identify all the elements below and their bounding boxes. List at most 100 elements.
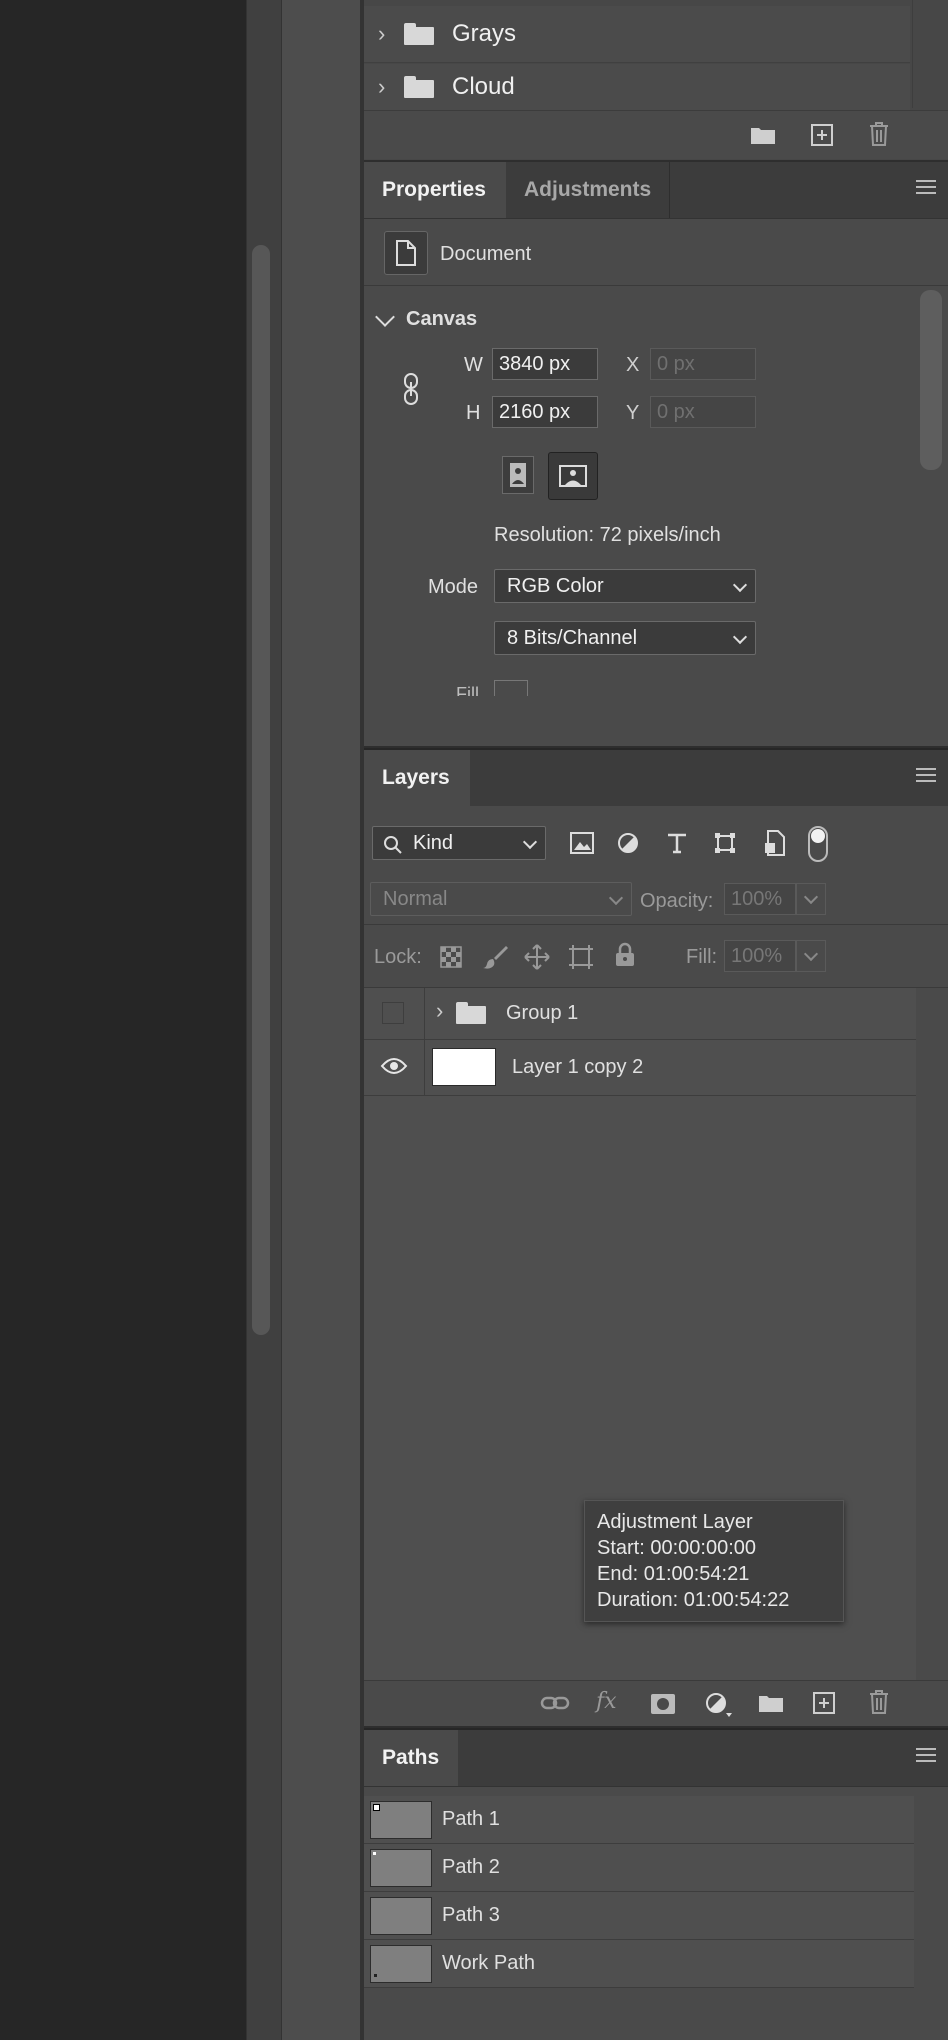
tab-adjustments[interactable]: Adjustments bbox=[506, 162, 670, 218]
swatch-group-grays[interactable]: › Grays bbox=[364, 6, 910, 63]
paths-scroll-track[interactable] bbox=[914, 1796, 948, 1988]
lock-label: Lock: bbox=[374, 946, 422, 968]
filter-toggle-switch[interactable] bbox=[808, 826, 828, 862]
bit-depth-select[interactable]: 8 Bits/Channel bbox=[494, 621, 756, 655]
resolution-text: Resolution: 72 pixels/inch bbox=[494, 524, 721, 546]
left-workspace bbox=[0, 0, 246, 2040]
tab-properties[interactable]: Properties bbox=[364, 162, 506, 218]
layer-name: Layer 1 copy 2 bbox=[512, 1056, 644, 1078]
tooltip-duration: Duration: 01:00:54:22 bbox=[597, 1589, 790, 1611]
x-field[interactable]: 0 px bbox=[650, 348, 756, 380]
path-row-path-1[interactable]: Path 1 bbox=[364, 1796, 914, 1844]
filter-type-layer-icon[interactable] bbox=[666, 832, 688, 859]
layer-fill-label: Fill: bbox=[686, 946, 718, 968]
new-group-folder-icon[interactable] bbox=[758, 1693, 784, 1718]
landscape-orientation-icon[interactable] bbox=[548, 452, 598, 500]
fill-row-clipped: Fill bbox=[364, 680, 948, 696]
new-layer-icon[interactable] bbox=[812, 1691, 836, 1720]
opacity-field[interactable]: 100% bbox=[724, 883, 796, 915]
trash-icon[interactable] bbox=[868, 1689, 890, 1720]
row-divider bbox=[424, 1040, 425, 1096]
swatch-group-cloud[interactable]: › Cloud bbox=[364, 64, 910, 111]
filter-shape-layer-icon[interactable] bbox=[714, 832, 736, 859]
new-group-folder-icon[interactable] bbox=[750, 125, 775, 144]
toggle-knob bbox=[811, 829, 825, 843]
panel-dock-gutter bbox=[282, 0, 362, 2040]
y-label: Y bbox=[626, 402, 640, 424]
width-field[interactable]: 3840 px bbox=[492, 348, 598, 380]
properties-scrollbar-thumb[interactable] bbox=[920, 290, 942, 470]
filter-adjustment-layer-icon[interactable] bbox=[617, 832, 639, 859]
panel-menu-icon[interactable] bbox=[916, 768, 936, 782]
path-marker bbox=[373, 1852, 376, 1855]
path-name: Path 3 bbox=[442, 1904, 500, 1926]
path-thumbnail bbox=[370, 1801, 432, 1839]
opacity-dropdown-button[interactable] bbox=[796, 883, 826, 915]
chevron-down-icon bbox=[732, 629, 748, 645]
fx-layer-style-icon[interactable]: fx bbox=[596, 1689, 617, 1714]
portrait-orientation-icon[interactable] bbox=[502, 456, 534, 494]
lock-image-pixels-brush-icon[interactable] bbox=[482, 944, 508, 975]
color-mode-select[interactable]: RGB Color bbox=[494, 569, 756, 603]
layer-mask-icon[interactable] bbox=[650, 1693, 676, 1720]
fill-swatch[interactable] bbox=[494, 680, 528, 696]
path-row-path-2[interactable]: Path 2 bbox=[364, 1844, 914, 1892]
layer-filter-select[interactable]: Kind bbox=[372, 826, 546, 860]
properties-bottom-spacer bbox=[364, 696, 948, 748]
layers-footer: fx bbox=[364, 1680, 948, 1728]
blend-mode-value: Normal bbox=[383, 888, 448, 910]
path-row-work-path[interactable]: Work Path bbox=[364, 1940, 914, 1988]
panel-menu-icon[interactable] bbox=[916, 180, 936, 194]
color-mode-value: RGB Color bbox=[507, 575, 604, 597]
panel-menu-icon[interactable] bbox=[916, 1748, 936, 1762]
filter-pixel-layer-icon[interactable] bbox=[570, 832, 594, 859]
layers-tab-bar: Layers bbox=[364, 750, 948, 807]
link-chain-icon[interactable] bbox=[400, 372, 422, 411]
tooltip-end: End: 01:00:54:21 bbox=[597, 1563, 750, 1585]
chevron-right-icon[interactable]: › bbox=[436, 998, 443, 1024]
adjustment-layer-tooltip: Adjustment Layer Start: 00:00:00:00 End:… bbox=[584, 1500, 844, 1622]
bit-depth-value: 8 Bits/Channel bbox=[507, 627, 638, 649]
tab-layers[interactable]: Layers bbox=[364, 750, 470, 806]
chevron-right-icon[interactable]: › bbox=[378, 74, 398, 100]
mode-label: Mode bbox=[428, 576, 479, 598]
lock-transparent-pixels-icon[interactable] bbox=[440, 946, 462, 973]
y-field[interactable]: 0 px bbox=[650, 396, 756, 428]
layer-fill-field[interactable]: 100% bbox=[724, 940, 796, 972]
path-name: Path 1 bbox=[442, 1808, 500, 1830]
chevron-down-icon bbox=[522, 834, 538, 850]
lock-position-move-icon[interactable] bbox=[524, 944, 550, 975]
layer-filter-value: Kind bbox=[413, 832, 454, 854]
lock-all-padlock-icon[interactable] bbox=[614, 942, 636, 973]
swatches-scroll-track[interactable] bbox=[912, 0, 948, 108]
lock-artboard-icon[interactable] bbox=[568, 944, 594, 975]
fill-label: Fill bbox=[456, 684, 479, 696]
layer-thumbnail bbox=[432, 1048, 496, 1086]
canvas-section-title: Canvas bbox=[406, 308, 478, 330]
layer-row-layer-1-copy-2[interactable]: Layer 1 copy 2 bbox=[364, 1040, 916, 1096]
layer-row-group-1[interactable]: › Group 1 bbox=[364, 988, 916, 1040]
new-adjustment-layer-icon[interactable] bbox=[704, 1691, 734, 1724]
blend-mode-select[interactable]: Normal bbox=[370, 882, 632, 916]
tab-paths[interactable]: Paths bbox=[364, 1730, 458, 1786]
visibility-toggle-empty[interactable] bbox=[382, 1002, 404, 1024]
height-field[interactable]: 2160 px bbox=[492, 396, 598, 428]
new-swatch-icon[interactable] bbox=[810, 123, 834, 152]
path-row-path-3[interactable]: Path 3 bbox=[364, 1892, 914, 1940]
height-label: H bbox=[466, 402, 481, 424]
left-scrollbar-thumb[interactable] bbox=[252, 245, 270, 1335]
chevron-down-icon bbox=[732, 577, 748, 593]
trash-icon[interactable] bbox=[868, 121, 890, 152]
layers-scroll-track[interactable] bbox=[916, 988, 948, 1680]
link-layers-icon[interactable] bbox=[540, 1693, 570, 1718]
layer-name: Group 1 bbox=[506, 1002, 579, 1024]
chevron-right-icon[interactable]: › bbox=[378, 21, 398, 47]
paths-tab-bar: Paths bbox=[364, 1730, 948, 1787]
chevron-down-icon bbox=[803, 946, 819, 962]
swatch-group-label: Grays bbox=[452, 20, 517, 47]
filter-smart-object-icon[interactable] bbox=[764, 830, 786, 861]
search-icon bbox=[383, 833, 403, 865]
layer-fill-dropdown-button[interactable] bbox=[796, 940, 826, 972]
folder-icon bbox=[404, 23, 434, 45]
eye-icon[interactable] bbox=[380, 1056, 408, 1081]
